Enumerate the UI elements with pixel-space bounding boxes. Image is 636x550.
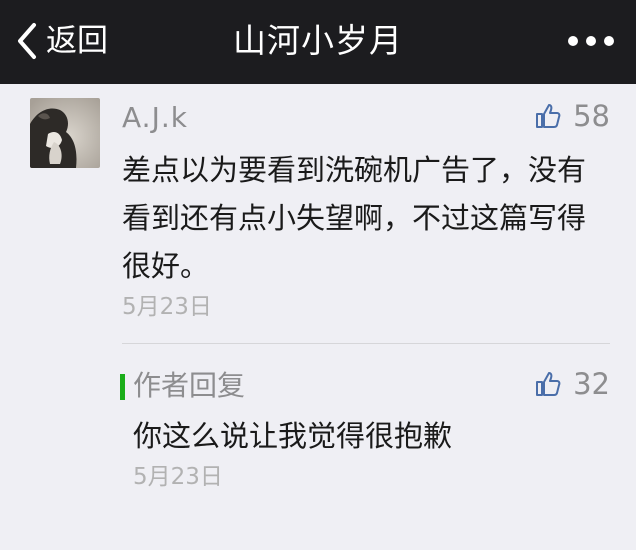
- comment-text: 差点以为要看到洗碗机广告了，没有看到还有点小失望啊，不过这篇写得很好。: [122, 153, 587, 283]
- more-button[interactable]: [568, 32, 614, 50]
- nav-bar: 返回 山河小岁月: [0, 0, 636, 84]
- thumbs-up-icon: [536, 104, 561, 128]
- divider: [122, 343, 610, 344]
- author-reply-label: 作者回复: [133, 369, 246, 402]
- comment-like-count: 58: [573, 99, 610, 133]
- reply-like-count: 32: [573, 367, 610, 401]
- more-dots-icon: [604, 36, 614, 46]
- reply-like-button[interactable]: 32: [535, 364, 610, 404]
- more-dots-icon: [586, 36, 596, 46]
- more-dots-icon: [568, 36, 578, 46]
- page-title: 山河小岁月: [233, 21, 403, 60]
- thumbs-up-icon: [536, 372, 561, 396]
- comment-author[interactable]: A.J.k: [122, 98, 188, 138]
- avatar[interactable]: [30, 98, 100, 168]
- reply-accent-bar: [120, 374, 125, 400]
- comment-like-button[interactable]: 58: [535, 96, 610, 136]
- reply-text: 你这么说让我觉得很抱歉: [133, 419, 453, 453]
- reply-date: 5月23日: [133, 464, 223, 490]
- comment-date: 5月23日: [122, 294, 212, 320]
